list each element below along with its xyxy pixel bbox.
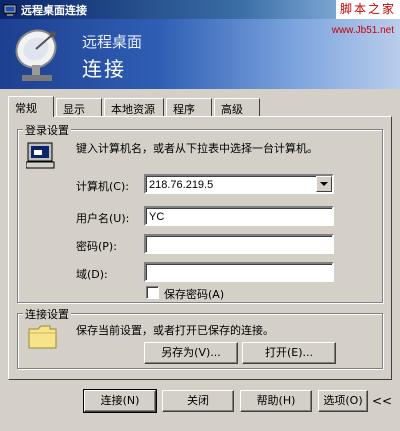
computer-dropdown-button[interactable] (316, 176, 332, 192)
domain-field[interactable] (144, 262, 334, 282)
password-field[interactable] (144, 234, 334, 254)
domain-label: 域(D): (76, 268, 108, 281)
banner-title-line2: 连接 (82, 57, 126, 81)
banner-title-line1: 远程桌面 (82, 33, 143, 51)
connect-button[interactable]: 连接(N) (83, 389, 157, 413)
tab-display[interactable]: 显示 (56, 98, 102, 116)
connection-settings-group: 连接设置 保存当前设置，或者打开已保存的连接。 另存为(V)... 打开(E).… (17, 306, 383, 369)
satellite-dish-icon (15, 29, 57, 81)
save-password-label[interactable]: 保存密码(A) (164, 286, 224, 302)
computer-value: 218.76.219.5 (149, 179, 214, 191)
computer-combobox[interactable]: 218.76.219.5 (144, 174, 334, 194)
folder-icon (28, 325, 57, 349)
tab-advanced[interactable]: 高级 (214, 98, 260, 116)
username-label: 用户名(U): (76, 212, 130, 225)
computer-label: 计算机(C): (76, 180, 129, 193)
window-title: 远程桌面连接 (21, 3, 87, 17)
collapse-options-icon[interactable]: << (372, 394, 392, 408)
computer-icon (26, 142, 55, 169)
login-settings-group: 登录设置 键入计算机名，或者从下拉表中选择一台计算机。 计算机(C): 218.… (17, 122, 383, 303)
connection-settings-legend: 连接设置 (23, 306, 71, 322)
save-password-checkbox[interactable] (146, 286, 159, 299)
username-field[interactable]: YC (144, 206, 334, 226)
save-as-button[interactable]: 另存为(V)... (144, 342, 238, 364)
password-label: 密码(P): (76, 240, 117, 253)
tab-programs[interactable]: 程序 (166, 98, 212, 116)
login-settings-legend: 登录设置 (23, 122, 71, 138)
connection-instruction: 保存当前设置，或者打开已保存的连接。 (76, 324, 274, 337)
open-button[interactable]: 打开(E)... (242, 342, 336, 364)
header-banner: 远程桌面 连接 www.Jb51.net (0, 19, 400, 89)
chevron-down-icon (320, 181, 328, 186)
login-instruction: 键入计算机名，或者从下拉表中选择一台计算机。 (76, 142, 318, 155)
tab-panel-general: 登录设置 键入计算机名，或者从下拉表中选择一台计算机。 计算机(C): 218.… (8, 116, 392, 380)
help-button[interactable]: 帮助(H) (240, 390, 312, 412)
watermark-url: www.Jb51.net (331, 25, 394, 36)
options-button[interactable]: 选项(O) (318, 390, 368, 412)
watermark-text: 脚本之家 (335, 0, 400, 19)
tab-local-resources[interactable]: 本地资源 (104, 98, 164, 116)
tab-general[interactable]: 常规 (8, 96, 54, 117)
remote-desktop-icon (3, 4, 17, 16)
close-button[interactable]: 关闭 (162, 390, 234, 412)
